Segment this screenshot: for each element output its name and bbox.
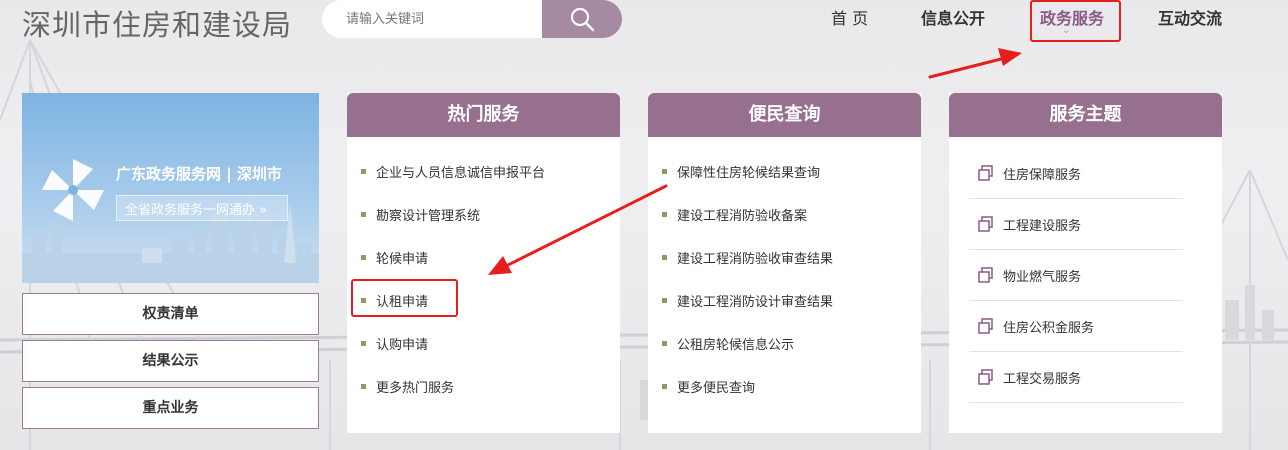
list-item[interactable]: 建设工程消防设计审查结果 bbox=[662, 291, 833, 310]
nav-interaction[interactable]: 互动交流 bbox=[1158, 5, 1222, 29]
list-item-label: 建设工程消防验收备案 bbox=[677, 209, 808, 224]
bullet-icon bbox=[361, 341, 366, 346]
bullet-icon bbox=[361, 169, 366, 174]
bullet-icon bbox=[662, 341, 667, 346]
gd-gov-service-banner[interactable]: 广东政务服务网 | 深圳市 全省政务服务一网通办 » bbox=[22, 93, 319, 283]
bullet-icon bbox=[662, 255, 667, 260]
theme-item[interactable]: 住房保障服务 bbox=[969, 148, 1183, 199]
theme-item-label: 工程交易服务 bbox=[1003, 371, 1082, 387]
annotation-box-item bbox=[351, 279, 458, 317]
bullet-icon bbox=[361, 212, 366, 217]
theme-item-label: 物业燃气服务 bbox=[1003, 269, 1082, 285]
nav-home[interactable]: 首 页 bbox=[831, 5, 868, 29]
copy-icon bbox=[978, 267, 993, 283]
theme-item[interactable]: 工程建设服务 bbox=[969, 199, 1183, 250]
list-item-label: 企业与人员信息诚信申报平台 bbox=[376, 166, 546, 181]
list-item-label: 保障性住房轮候结果查询 bbox=[677, 166, 821, 181]
theme-item-label: 住房保障服务 bbox=[1003, 167, 1082, 183]
list-item-label: 认购申请 bbox=[376, 338, 429, 353]
theme-item[interactable]: 物业燃气服务 bbox=[969, 250, 1183, 301]
list-item-label: 轮候申请 bbox=[376, 252, 429, 267]
copy-icon bbox=[978, 318, 993, 334]
annotation-box-nav bbox=[1030, 0, 1121, 42]
copy-icon bbox=[978, 216, 993, 232]
key-business-button[interactable]: 重点业务 bbox=[22, 387, 319, 429]
banner-button[interactable]: 全省政务服务一网通办 » bbox=[116, 195, 288, 221]
power-list-button[interactable]: 权责清单 bbox=[22, 293, 319, 335]
list-item-label: 公租房轮候信息公示 bbox=[677, 338, 795, 353]
panel-title: 便民查询 bbox=[648, 93, 921, 137]
list-item[interactable]: 公租房轮候信息公示 bbox=[662, 334, 794, 353]
list-item-label: 更多便民查询 bbox=[677, 381, 756, 396]
bullet-icon bbox=[662, 169, 667, 174]
bullet-icon bbox=[662, 298, 667, 303]
result-publicity-button[interactable]: 结果公示 bbox=[22, 340, 319, 382]
list-item[interactable]: 勘察设计管理系统 bbox=[361, 205, 480, 224]
list-item[interactable]: 建设工程消防验收备案 bbox=[662, 205, 807, 224]
service-themes-panel: 服务主题 住房保障服务 工程建设服务 物业燃气服务 住房公积金服务 工程交易服务 bbox=[949, 93, 1222, 433]
list-item[interactable]: 轮候申请 bbox=[361, 248, 428, 267]
list-item-label: 更多热门服务 bbox=[376, 381, 455, 396]
theme-item[interactable]: 工程交易服务 bbox=[969, 352, 1183, 403]
list-item[interactable]: 企业与人员信息诚信申报平台 bbox=[361, 162, 545, 181]
list-item[interactable]: 更多便民查询 bbox=[662, 377, 755, 396]
search-icon bbox=[570, 7, 595, 32]
site-title: 深圳市住房和建设局 bbox=[22, 8, 293, 42]
banner-title: 广东政务服务网 | 深圳市 bbox=[116, 165, 282, 183]
copy-icon bbox=[978, 165, 993, 181]
list-item-label: 勘察设计管理系统 bbox=[376, 209, 481, 224]
theme-item-label: 工程建设服务 bbox=[1003, 218, 1082, 234]
list-item[interactable]: 更多热门服务 bbox=[361, 377, 454, 396]
list-item[interactable]: 建设工程消防验收审查结果 bbox=[662, 248, 833, 267]
bullet-icon bbox=[361, 384, 366, 389]
panel-title: 热门服务 bbox=[347, 93, 620, 137]
copy-icon bbox=[978, 369, 993, 385]
search-box bbox=[322, 0, 622, 38]
list-item[interactable]: 认购申请 bbox=[361, 334, 428, 353]
bullet-icon bbox=[361, 255, 366, 260]
hot-services-panel: 热门服务 企业与人员信息诚信申报平台 勘察设计管理系统 轮候申请 认租申请 认购… bbox=[347, 93, 620, 433]
bullet-icon bbox=[662, 384, 667, 389]
convenience-query-panel: 便民查询 保障性住房轮候结果查询 建设工程消防验收备案 建设工程消防验收审查结果… bbox=[648, 93, 921, 433]
list-item[interactable]: 保障性住房轮候结果查询 bbox=[662, 162, 820, 181]
search-button[interactable] bbox=[542, 0, 622, 38]
theme-item[interactable]: 住房公积金服务 bbox=[969, 301, 1183, 352]
list-item-label: 建设工程消防验收审查结果 bbox=[677, 252, 834, 267]
list-item-label: 建设工程消防设计审查结果 bbox=[677, 295, 834, 310]
pinwheel-logo-icon bbox=[42, 159, 104, 221]
theme-item-label: 住房公积金服务 bbox=[1003, 320, 1095, 336]
nav-info-disclosure[interactable]: 信息公开 bbox=[921, 5, 985, 29]
search-input[interactable] bbox=[322, 0, 542, 38]
panel-title: 服务主题 bbox=[949, 93, 1222, 137]
bullet-icon bbox=[662, 212, 667, 217]
